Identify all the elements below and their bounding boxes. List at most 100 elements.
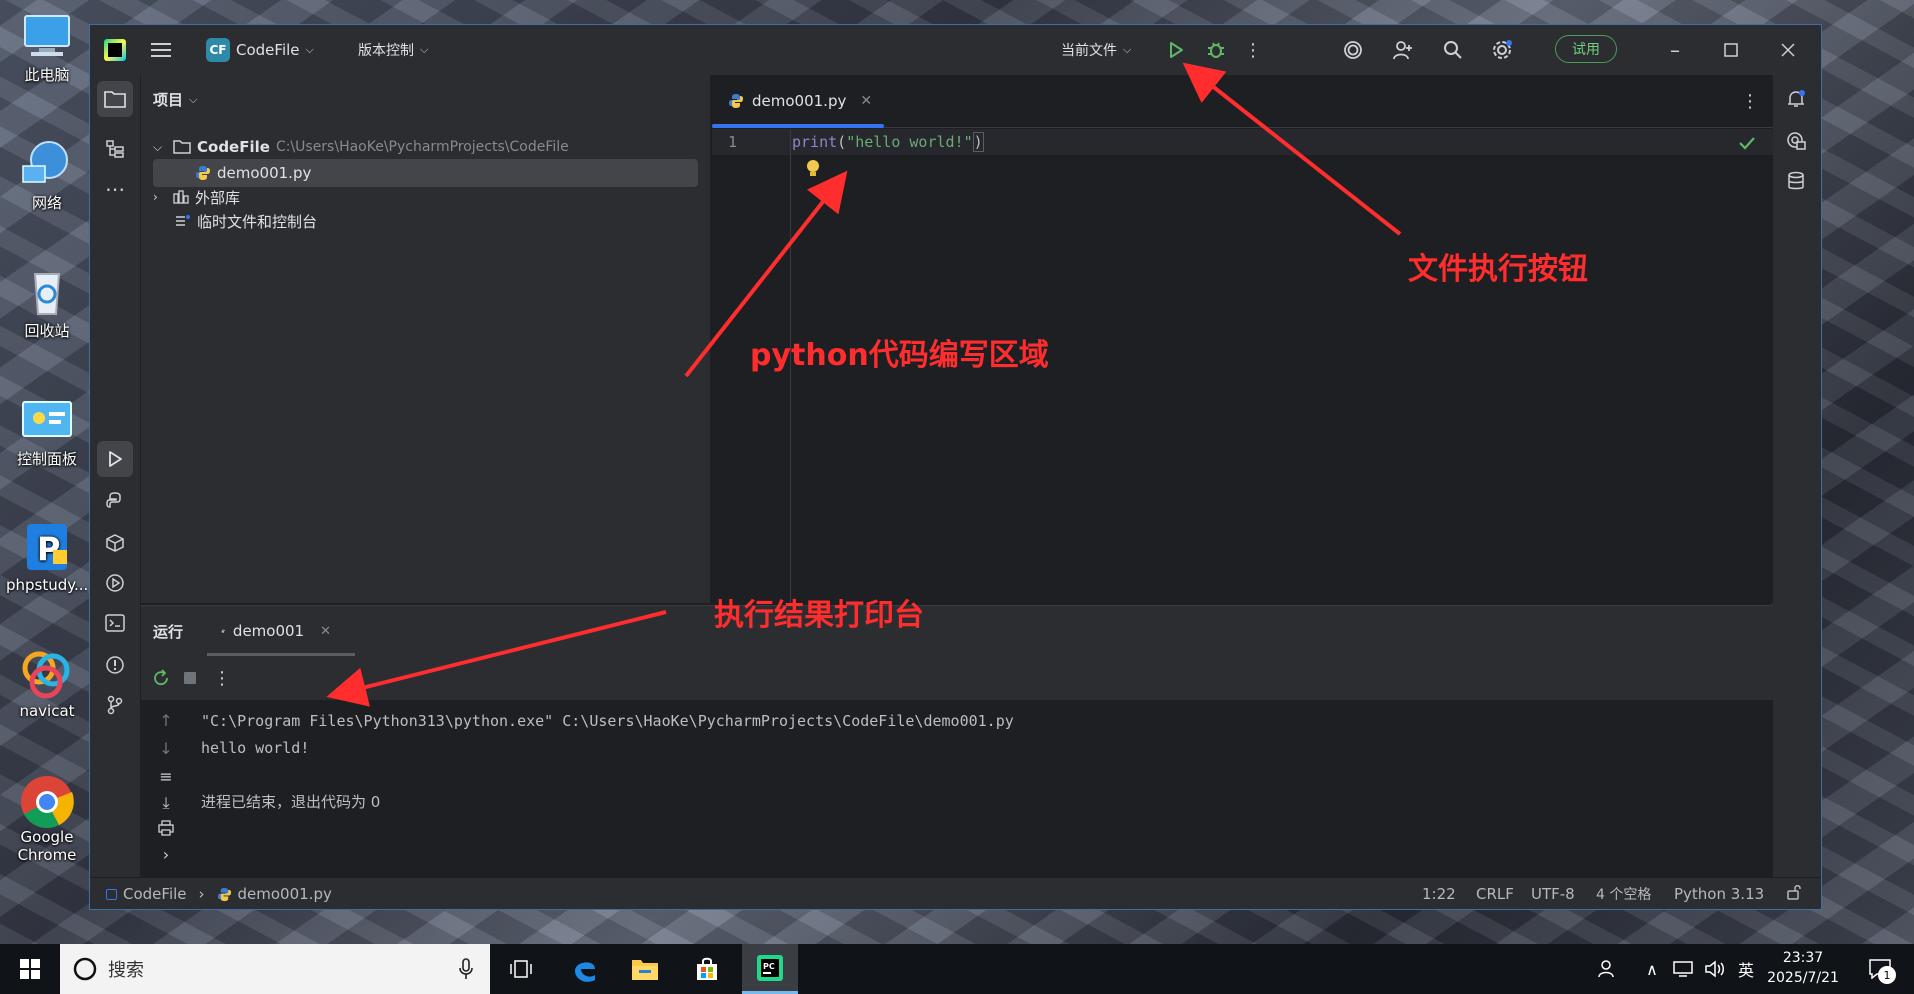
maximize-button[interactable] (1716, 35, 1746, 65)
more-actions-button[interactable]: ⋮ (1238, 35, 1268, 65)
vcs-menu[interactable]: 版本控制 ⌵ (358, 40, 428, 60)
desktop-icon-this-pc[interactable]: 此电脑 (6, 10, 88, 85)
stop-button[interactable] (175, 663, 205, 693)
module-icon (106, 888, 117, 900)
editor-tab-options-button[interactable]: ⋮ (1735, 86, 1765, 116)
rerun-button[interactable] (146, 663, 176, 693)
code-with-me-button[interactable] (1388, 35, 1418, 65)
taskbar-pycharm[interactable]: PC (742, 944, 798, 994)
services-button[interactable] (97, 565, 133, 601)
more-vertical-icon: ⋮ (1244, 39, 1262, 61)
file-encoding[interactable]: UTF-8 (1531, 885, 1575, 903)
desktop-icon-chrome[interactable]: Google Chrome (6, 774, 88, 864)
run-tab-demo001[interactable]: demo001 ✕ (207, 606, 355, 656)
version-control-button[interactable] (97, 687, 133, 723)
console-output[interactable]: "C:\Program Files\Python313\python.exe" … (201, 708, 1014, 816)
taskbar-search-box[interactable]: 搜索 (60, 944, 490, 994)
close-tab-icon[interactable]: ✕ (860, 93, 872, 109)
breadcrumb-project[interactable]: CodeFile (123, 885, 187, 903)
file-lock-button[interactable] (1786, 884, 1802, 904)
project-panel: 项目 ⌵ ⌵ CodeFile C:\Users\HaoKe\PycharmPr… (141, 75, 710, 603)
rerun-icon (154, 669, 168, 686)
desktop-icon-label: 回收站 (24, 322, 70, 340)
breadcrumb-file[interactable]: demo001.py (238, 885, 332, 903)
terminal-button[interactable] (97, 605, 133, 641)
expand-toolbar-button[interactable]: › (155, 844, 177, 866)
python-file-icon (217, 887, 231, 901)
run-toolbar: ⋮ (141, 656, 1773, 700)
print-button[interactable] (155, 820, 177, 842)
desktop-icon-recycle-bin[interactable]: 回收站 (6, 266, 88, 341)
run-more-button[interactable]: ⋮ (207, 663, 237, 693)
start-button[interactable] (0, 944, 60, 994)
people-button[interactable] (1590, 944, 1626, 994)
desktop-icon-navicat[interactable]: navicat (6, 648, 88, 720)
run-tool-button[interactable] (97, 441, 133, 477)
chevron-up-icon: ∧ (1646, 959, 1658, 979)
taskbar-edge[interactable] (560, 944, 610, 994)
edge-icon (575, 962, 595, 982)
debug-button[interactable] (1201, 35, 1231, 65)
more-tools-button[interactable]: ⋯ (97, 171, 133, 207)
intention-bulb[interactable] (805, 159, 821, 183)
microphone-icon[interactable] (458, 958, 474, 980)
scroll-down-button[interactable]: ↓ (155, 738, 177, 760)
taskbar-store[interactable] (682, 944, 732, 994)
project-name: CodeFile (236, 41, 300, 59)
minimize-button[interactable]: – (1660, 35, 1690, 65)
trial-button[interactable]: 试用 (1555, 35, 1617, 63)
arrow-up-icon: ↑ (159, 711, 173, 730)
tree-row-scratches[interactable]: 临时文件和控制台 (175, 207, 317, 235)
close-window-button[interactable] (1773, 35, 1803, 65)
run-button[interactable] (1161, 35, 1191, 65)
notifications-button[interactable] (1778, 81, 1814, 117)
network-status[interactable] (1668, 944, 1698, 994)
scratches-icon (176, 215, 190, 226)
python-console-button[interactable] (97, 483, 133, 519)
pycharm-logo (104, 39, 126, 61)
ai-chat-button[interactable] (1778, 123, 1814, 159)
close-tab-icon[interactable]: ✕ (320, 624, 331, 639)
action-center-button[interactable]: 1 (1860, 944, 1900, 994)
inspection-ok[interactable] (1739, 135, 1755, 154)
chevron-right-icon: › (153, 190, 158, 204)
desktop-icon-control-panel[interactable]: 控制面板 (6, 394, 88, 469)
input-method-indicator[interactable]: 英 (1732, 944, 1760, 994)
ai-assistant-button[interactable] (1338, 35, 1368, 65)
python-interpreter[interactable]: Python 3.13 (1674, 885, 1764, 903)
database-button[interactable] (1778, 163, 1814, 199)
task-view-button[interactable] (498, 944, 544, 994)
soft-wrap-button[interactable]: ≡ (155, 766, 177, 788)
project-switcher[interactable]: CF CodeFile ⌵ (206, 38, 314, 62)
search-everywhere-button[interactable] (1438, 35, 1468, 65)
project-tool-button[interactable] (97, 81, 133, 117)
taskbar-file-explorer[interactable] (620, 944, 670, 994)
structure-tool-button[interactable] (97, 131, 133, 167)
network-icon (19, 138, 75, 190)
project-panel-header[interactable]: 项目 ⌵ (153, 89, 197, 110)
volume-button[interactable] (1700, 944, 1730, 994)
packages-icon (106, 534, 124, 552)
structure-icon (106, 140, 124, 158)
main-menu-button[interactable] (146, 35, 176, 65)
desktop-icon-network[interactable]: 网络 (6, 138, 88, 213)
python-packages-button[interactable] (97, 525, 133, 561)
editor-tab-demo001[interactable]: demo001.py ✕ (712, 75, 884, 128)
bug-icon (1208, 42, 1224, 58)
control-panel-icon (19, 394, 75, 446)
code-paren-open: ( (837, 133, 847, 151)
show-hidden-icons-button[interactable]: ∧ (1638, 944, 1666, 994)
taskbar-clock[interactable]: 23:37 2025/7/21 (1762, 948, 1844, 988)
problems-button[interactable] (97, 647, 133, 683)
run-configuration-selector[interactable]: 当前文件 ⌵ (1061, 40, 1131, 60)
code-line-1[interactable]: print("hello world!") (792, 132, 984, 152)
settings-button[interactable] (1487, 35, 1517, 65)
scroll-up-button[interactable]: ↑ (155, 710, 177, 732)
line-separator[interactable]: CRLF (1476, 885, 1514, 903)
tree-row-project-root[interactable]: ⌵ CodeFile C:\Users\HaoKe\PycharmProject… (153, 133, 569, 161)
scroll-to-end-button[interactable]: ⤓ (155, 792, 177, 814)
caret-position[interactable]: 1:22 (1422, 885, 1456, 903)
printer-icon (158, 820, 174, 836)
indent-setting[interactable]: 4 个空格 (1596, 884, 1651, 904)
desktop-icon-phpstudy[interactable]: P phpstudy... (6, 522, 88, 594)
